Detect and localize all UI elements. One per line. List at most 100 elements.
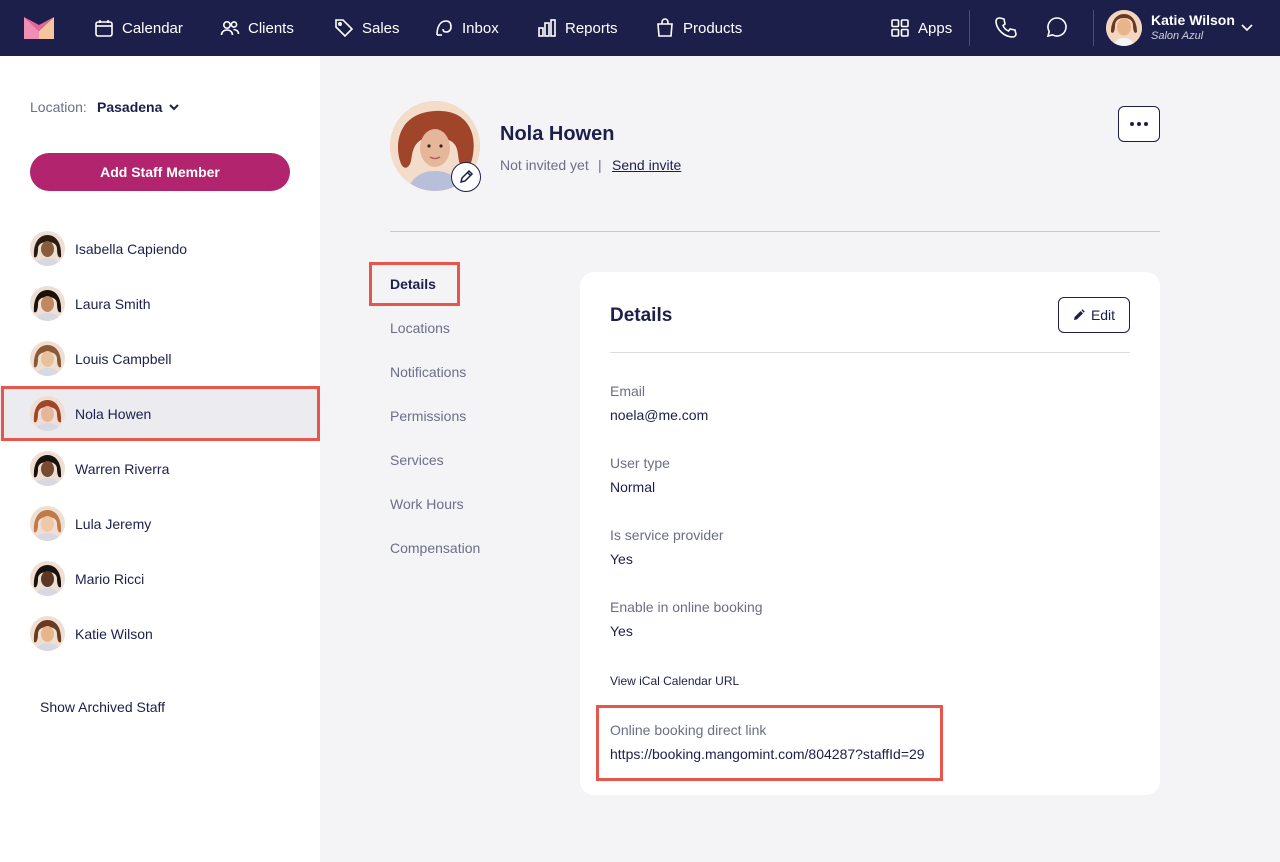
tab-permissions[interactable]: Permissions [390,408,466,424]
ellipsis-dot [1130,122,1134,126]
user-type-label: User type [610,455,670,471]
invite-status: Not invited yet [500,157,589,173]
online-booking-value: Yes [610,623,633,639]
calendar-icon [95,20,113,37]
edit-label: Edit [1090,307,1116,323]
nav-clients-label: Clients [248,19,294,37]
chat-bubble-icon [1046,17,1067,38]
add-staff-button[interactable]: Add Staff Member [30,153,290,191]
card-divider [610,352,1130,353]
tab-work-hours[interactable]: Work Hours [390,496,464,512]
pencil-icon [459,169,474,184]
online-booking-label: Enable in online booking [610,599,763,615]
staff-avatar [30,561,65,596]
staff-avatar [30,506,65,541]
user-name[interactable]: Katie Wilson [1151,12,1235,28]
nav-divider [969,10,970,46]
staff-name: Nola Howen [75,405,152,422]
user-avatar[interactable] [1106,10,1142,46]
nav-sales[interactable]: Sales [334,0,400,56]
details-card: Details Edit Email noela@me.com User typ… [580,272,1160,795]
staff-avatar [30,286,65,321]
top-nav: Calendar Clients Sales Inbox Reports Pro… [0,0,1280,56]
edit-photo-button[interactable] [451,162,481,192]
invite-separator: | [598,157,602,173]
ical-calendar-link[interactable]: View iCal Calendar URL [610,674,739,688]
phone-icon [995,17,1017,38]
send-invite-link[interactable]: Send invite [612,157,681,173]
nav-sales-label: Sales [362,19,400,37]
tab-details[interactable]: Details [390,276,436,292]
service-provider-label: Is service provider [610,527,724,543]
nav-inbox[interactable]: Inbox [434,0,499,56]
staff-name: Isabella Capiendo [75,240,188,257]
email-value: noela@me.com [610,407,709,423]
chevron-down-icon [169,104,180,111]
staff-list-item[interactable]: Katie Wilson [0,606,320,661]
header-divider [390,231,1160,232]
nav-products[interactable]: Products [655,0,742,56]
staff-list-item[interactable]: Warren Riverra [0,441,320,496]
nav-reports-label: Reports [565,19,618,37]
staff-name: Mario Ricci [75,570,145,587]
staff-list-item[interactable]: Isabella Capiendo [0,221,320,276]
staff-name: Lula Jeremy [75,515,152,532]
tab-compensation[interactable]: Compensation [390,540,480,556]
location-label: Location: [30,99,87,115]
user-salon: Salon Azul [1151,30,1204,42]
tag-icon [335,19,354,38]
location-value: Pasadena [97,99,163,115]
nav-inbox-label: Inbox [462,19,499,37]
staff-list-item[interactable]: Mario Ricci [0,551,320,606]
bag-icon [657,18,673,37]
staff-avatar [30,396,65,431]
staff-avatar [30,341,65,376]
users-icon [220,20,240,36]
nav-products-label: Products [683,19,743,37]
nav-calendar[interactable]: Calendar [94,0,183,56]
bar-chart-icon [538,19,556,37]
tab-locations[interactable]: Locations [390,320,450,336]
staff-list-item[interactable]: Laura Smith [0,276,320,331]
nav-apps-label: Apps [918,19,953,37]
phone-button[interactable] [995,16,1019,40]
booking-direct-link[interactable]: https://booking.mangomint.com/804287?sta… [610,746,925,762]
more-options-button[interactable] [1118,106,1160,142]
chat-button[interactable] [1046,16,1070,40]
staff-avatar [30,451,65,486]
details-title: Details [610,305,673,326]
user-menu-toggle[interactable] [1240,20,1254,34]
inbox-icon [436,20,452,36]
staff-list-item[interactable]: Nola Howen [0,386,320,441]
staff-avatar [30,616,65,651]
staff-name: Laura Smith [75,295,151,312]
tab-notifications[interactable]: Notifications [390,364,466,380]
nav-calendar-label: Calendar [122,19,183,37]
booking-link-label: Online booking direct link [610,722,767,738]
ellipsis-dot [1137,122,1141,126]
nav-apps[interactable]: Apps [890,0,952,56]
profile-name: Nola Howen [500,123,615,145]
ellipsis-dot [1144,122,1148,126]
staff-list-item[interactable]: Louis Campbell [0,331,320,386]
staff-sidebar: Location: Pasadena Add Staff Member Isab… [0,56,320,862]
show-archived-staff-link[interactable]: Show Archived Staff [40,699,165,715]
chevron-down-icon [1241,24,1253,32]
location-selector[interactable]: Pasadena [97,99,180,115]
nav-clients[interactable]: Clients [220,0,294,56]
pencil-icon [1073,309,1085,320]
tab-services[interactable]: Services [390,452,444,468]
service-provider-value: Yes [610,551,633,567]
staff-name: Warren Riverra [75,460,170,477]
edit-details-button[interactable]: Edit [1058,297,1130,333]
email-label: Email [610,383,646,399]
staff-name: Louis Campbell [75,350,172,367]
user-type-value: Normal [610,479,656,495]
grid-icon [891,19,909,37]
mangomint-logo[interactable] [24,17,54,39]
user-avatar-image [1106,10,1142,46]
nav-reports[interactable]: Reports [537,0,618,56]
staff-name: Katie Wilson [75,625,153,642]
staff-avatar [30,231,65,266]
staff-list-item[interactable]: Lula Jeremy [0,496,320,551]
